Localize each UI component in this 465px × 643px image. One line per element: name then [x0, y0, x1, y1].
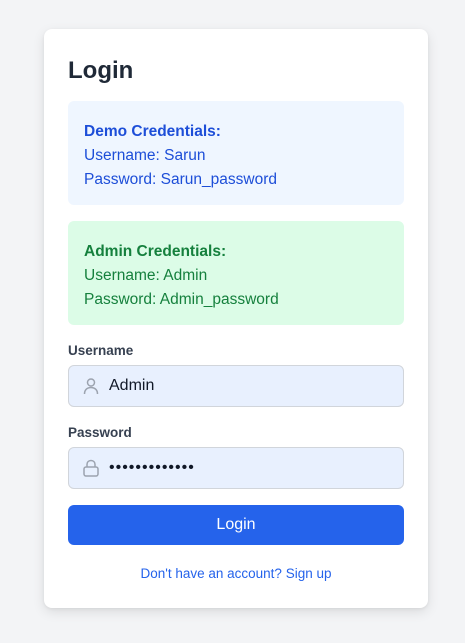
- admin-credentials-heading: Admin Credentials:: [84, 243, 227, 260]
- login-card: Login Demo Credentials: Username: Sarun …: [44, 29, 428, 608]
- demo-credentials-heading: Demo Credentials:: [84, 123, 221, 140]
- username-label: Username: [68, 343, 134, 358]
- user-icon: [83, 378, 99, 395]
- login-button[interactable]: Login: [68, 505, 404, 545]
- password-label: Password: [68, 425, 132, 440]
- password-field-wrapper[interactable]: [68, 447, 404, 489]
- username-field-wrapper[interactable]: [68, 365, 404, 407]
- lock-icon: [83, 459, 99, 477]
- admin-credentials-box: Admin Credentials: Username: Admin Passw…: [68, 221, 404, 325]
- page-title: Login: [68, 57, 134, 84]
- demo-credentials-box: Demo Credentials: Username: Sarun Passwo…: [68, 101, 404, 205]
- demo-password-text: Password: Sarun_password: [84, 171, 277, 188]
- admin-username-text: Username: Admin: [84, 267, 208, 284]
- demo-username-text: Username: Sarun: [84, 147, 206, 164]
- admin-password-text: Password: Admin_password: [84, 291, 279, 308]
- signup-link[interactable]: Don't have an account? Sign up: [44, 566, 428, 581]
- password-input[interactable]: [109, 448, 389, 488]
- username-input[interactable]: [109, 366, 389, 406]
